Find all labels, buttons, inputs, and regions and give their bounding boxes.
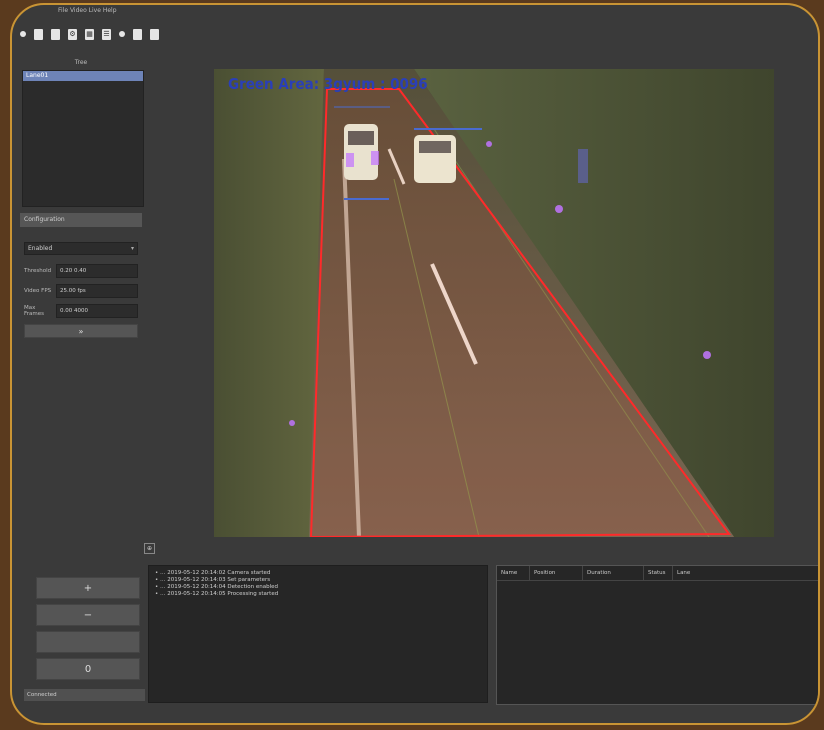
wall-marker bbox=[555, 205, 563, 213]
bottom-button-group: + − 0 bbox=[36, 577, 140, 685]
column-header[interactable]: Position bbox=[530, 566, 583, 580]
log-line: • … 2019-05-12 20:14:03 Set parameters bbox=[155, 577, 271, 583]
open-icon[interactable] bbox=[20, 31, 26, 37]
save-icon[interactable] bbox=[34, 28, 43, 40]
field-label: Threshold bbox=[24, 268, 52, 274]
log-line: • … 2019-05-12 20:14:04 Detection enable… bbox=[155, 584, 279, 590]
export-icon[interactable] bbox=[150, 28, 159, 40]
results-table[interactable]: Name Position Duration Status Lane bbox=[496, 565, 818, 705]
wall-marker bbox=[486, 141, 492, 147]
reset-button[interactable]: 0 bbox=[36, 658, 140, 680]
menu-bar[interactable]: File Video Live Help bbox=[58, 7, 117, 15]
column-header[interactable]: Lane bbox=[673, 566, 818, 580]
tree-view[interactable]: Lane01 bbox=[22, 70, 144, 207]
grid-icon[interactable]: ▦ bbox=[85, 28, 94, 40]
column-header[interactable]: Name bbox=[497, 566, 530, 580]
wall-sign bbox=[578, 149, 588, 183]
field-row-threshold: Threshold 0.20 0.40 bbox=[24, 264, 138, 278]
detection-marker bbox=[346, 153, 354, 167]
vehicle-1-window bbox=[348, 131, 374, 145]
connection-status: Connected bbox=[24, 689, 145, 701]
field-row-max-frames: Max Frames 0.00 4000 bbox=[24, 304, 138, 318]
field-label: Max Frames bbox=[24, 305, 45, 317]
config-fields: Enabled Threshold 0.20 0.40 Video FPS 25… bbox=[24, 242, 138, 338]
tree-title: Tree bbox=[74, 59, 88, 66]
pause-icon[interactable] bbox=[133, 28, 142, 40]
mode-select[interactable]: Enabled bbox=[24, 242, 138, 255]
log-line: • … 2019-05-12 20:14:02 Camera started bbox=[155, 570, 271, 576]
wall-marker bbox=[289, 420, 295, 426]
copy-icon[interactable] bbox=[51, 28, 60, 40]
zoom-in-button[interactable]: + bbox=[36, 577, 140, 599]
fps-field[interactable]: 25.00 fps bbox=[56, 284, 138, 298]
max-frames-field[interactable]: 0.00 4000 bbox=[56, 304, 138, 318]
vehicle-2-window bbox=[419, 141, 451, 153]
log-line: • … 2019-05-12 20:14:05 Processing start… bbox=[155, 591, 279, 597]
log-panel[interactable]: • … 2019-05-12 20:14:02 Camera started •… bbox=[148, 565, 488, 703]
apply-button[interactable]: » bbox=[24, 324, 138, 338]
wall-marker bbox=[703, 351, 711, 359]
field-label: Video FPS bbox=[24, 288, 52, 294]
toolbar: ⚙ ▦ ☰ bbox=[20, 25, 159, 43]
tree-item-lane[interactable]: Lane01 bbox=[23, 71, 143, 81]
list-icon[interactable]: ☰ bbox=[102, 28, 111, 40]
column-header[interactable]: Status bbox=[644, 566, 673, 580]
table-header: Name Position Duration Status Lane bbox=[497, 566, 818, 581]
blank-button[interactable] bbox=[36, 631, 140, 653]
field-row-fps: Video FPS 25.00 fps bbox=[24, 284, 138, 298]
config-header[interactable]: Configuration bbox=[20, 213, 142, 227]
zoom-out-button[interactable]: − bbox=[36, 604, 140, 626]
overlay-label: Green Area: 3gyum : 0096 bbox=[228, 75, 428, 93]
left-panel: Tree Lane01 Configuration Enabled Thresh… bbox=[20, 57, 145, 717]
app-window: File Video Live Help ⚙ ▦ ☰ Tree Lane01 C… bbox=[10, 3, 820, 725]
settings-icon[interactable]: ⚙ bbox=[68, 28, 77, 40]
detection-marker bbox=[371, 151, 379, 165]
column-header[interactable]: Duration bbox=[583, 566, 644, 580]
video-view[interactable]: Green Area: 3gyum : 0096 bbox=[214, 69, 774, 537]
play-icon[interactable] bbox=[119, 31, 125, 37]
expand-icon[interactable]: ⊕ bbox=[144, 543, 155, 554]
video-frame bbox=[214, 69, 774, 537]
threshold-field[interactable]: 0.20 0.40 bbox=[56, 264, 138, 278]
